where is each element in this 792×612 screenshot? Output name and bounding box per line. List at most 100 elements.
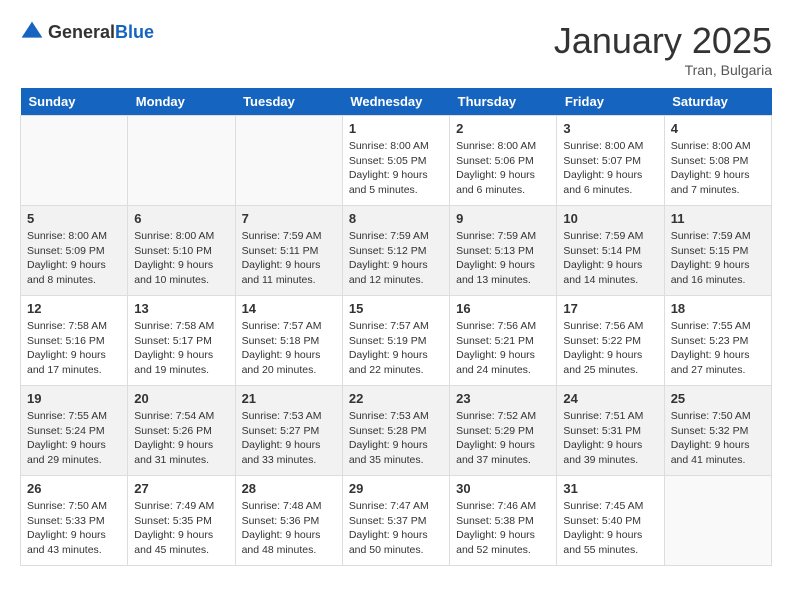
header: GeneralBlue January 2025 Tran, Bulgaria: [20, 20, 772, 78]
day-number: 5: [27, 211, 121, 226]
calendar-title: January 2025: [554, 20, 772, 62]
calendar-cell: 2 Sunrise: 8:00 AM Sunset: 5:06 PM Daylig…: [450, 116, 557, 206]
calendar-cell: 9 Sunrise: 7:59 AM Sunset: 5:13 PM Daylig…: [450, 206, 557, 296]
calendar-cell: 17 Sunrise: 7:56 AM Sunset: 5:22 PM Dayli…: [557, 296, 664, 386]
calendar-subtitle: Tran, Bulgaria: [554, 62, 772, 78]
logo-general: General: [48, 22, 115, 42]
calendar-cell: 22Sunrise: 7:53 AM Sunset: 5:28 PM Dayli…: [342, 386, 449, 476]
calendar-cell: 16Sunrise: 7:56 AM Sunset: 5:21 PM Dayli…: [450, 296, 557, 386]
week-row-5: 26 Sunrise: 7:50 AM Sunset: 5:33 PM Dayli…: [21, 476, 772, 566]
day-number: 15: [349, 301, 443, 316]
day-header-thursday: Thursday: [450, 88, 557, 116]
calendar-cell: [235, 116, 342, 206]
calendar-cell: [664, 476, 771, 566]
calendar-cell: 25 Sunrise: 7:50 AM Sunset: 5:32 PM Dayli…: [664, 386, 771, 476]
cell-content: Sunrise: 7:59 AM Sunset: 5:13 PM Dayligh…: [456, 229, 550, 288]
cell-content: Sunrise: 7:52 AM Sunset: 5:29 PM Dayligh…: [456, 409, 550, 468]
day-number: 20: [134, 391, 228, 406]
day-number: 8: [349, 211, 443, 226]
calendar-cell: 6 Sunrise: 8:00 AM Sunset: 5:10 PM Daylig…: [128, 206, 235, 296]
cell-content: Sunrise: 7:55 AM Sunset: 5:23 PM Dayligh…: [671, 319, 765, 378]
calendar-cell: 12 Sunrise: 7:58 AM Sunset: 5:16 PM Dayli…: [21, 296, 128, 386]
day-number: 7: [242, 211, 336, 226]
calendar-cell: 1Sunrise: 8:00 AM Sunset: 5:05 PM Daylig…: [342, 116, 449, 206]
day-header-friday: Friday: [557, 88, 664, 116]
cell-content: Sunrise: 7:48 AM Sunset: 5:36 PM Dayligh…: [242, 499, 336, 558]
calendar-cell: 4 Sunrise: 8:00 AM Sunset: 5:08 PM Daylig…: [664, 116, 771, 206]
title-area: January 2025 Tran, Bulgaria: [554, 20, 772, 78]
cell-content: Sunrise: 7:50 AM Sunset: 5:32 PM Dayligh…: [671, 409, 765, 468]
cell-content: Sunrise: 7:49 AM Sunset: 5:35 PM Dayligh…: [134, 499, 228, 558]
week-row-4: 19Sunrise: 7:55 AM Sunset: 5:24 PM Dayli…: [21, 386, 772, 476]
day-number: 2: [456, 121, 550, 136]
calendar-cell: 29 Sunrise: 7:47 AM Sunset: 5:37 PM Dayli…: [342, 476, 449, 566]
calendar-cell: 31Sunrise: 7:45 AM Sunset: 5:40 PM Dayli…: [557, 476, 664, 566]
day-number: 13: [134, 301, 228, 316]
day-number: 24: [563, 391, 657, 406]
calendar-cell: 30Sunrise: 7:46 AM Sunset: 5:38 PM Dayli…: [450, 476, 557, 566]
day-number: 10: [563, 211, 657, 226]
calendar-cell: 7 Sunrise: 7:59 AM Sunset: 5:11 PM Daylig…: [235, 206, 342, 296]
cell-content: Sunrise: 7:46 AM Sunset: 5:38 PM Dayligh…: [456, 499, 550, 558]
cell-content: Sunrise: 7:57 AM Sunset: 5:18 PM Dayligh…: [242, 319, 336, 378]
day-number: 17: [563, 301, 657, 316]
day-header-saturday: Saturday: [664, 88, 771, 116]
day-number: 28: [242, 481, 336, 496]
day-number: 9: [456, 211, 550, 226]
cell-content: Sunrise: 8:00 AM Sunset: 5:10 PM Dayligh…: [134, 229, 228, 288]
cell-content: Sunrise: 8:00 AM Sunset: 5:07 PM Dayligh…: [563, 139, 657, 198]
day-number: 4: [671, 121, 765, 136]
day-number: 27: [134, 481, 228, 496]
cell-content: Sunrise: 7:59 AM Sunset: 5:15 PM Dayligh…: [671, 229, 765, 288]
day-header-wednesday: Wednesday: [342, 88, 449, 116]
cell-content: Sunrise: 7:55 AM Sunset: 5:24 PM Dayligh…: [27, 409, 121, 468]
cell-content: Sunrise: 8:00 AM Sunset: 5:09 PM Dayligh…: [27, 229, 121, 288]
week-row-3: 12 Sunrise: 7:58 AM Sunset: 5:16 PM Dayli…: [21, 296, 772, 386]
calendar-cell: 23Sunrise: 7:52 AM Sunset: 5:29 PM Dayli…: [450, 386, 557, 476]
cell-content: Sunrise: 7:51 AM Sunset: 5:31 PM Dayligh…: [563, 409, 657, 468]
day-number: 3: [563, 121, 657, 136]
logo: GeneralBlue: [20, 20, 154, 44]
day-header-monday: Monday: [128, 88, 235, 116]
calendar-cell: [21, 116, 128, 206]
cell-content: Sunrise: 7:50 AM Sunset: 5:33 PM Dayligh…: [27, 499, 121, 558]
day-number: 25: [671, 391, 765, 406]
calendar-cell: [128, 116, 235, 206]
calendar-cell: 15Sunrise: 7:57 AM Sunset: 5:19 PM Dayli…: [342, 296, 449, 386]
calendar-cell: 10 Sunrise: 7:59 AM Sunset: 5:14 PM Dayli…: [557, 206, 664, 296]
cell-content: Sunrise: 8:00 AM Sunset: 5:05 PM Dayligh…: [349, 139, 443, 198]
day-header-tuesday: Tuesday: [235, 88, 342, 116]
cell-content: Sunrise: 7:58 AM Sunset: 5:16 PM Dayligh…: [27, 319, 121, 378]
day-number: 26: [27, 481, 121, 496]
day-number: 22: [349, 391, 443, 406]
day-header-sunday: Sunday: [21, 88, 128, 116]
cell-content: Sunrise: 7:59 AM Sunset: 5:12 PM Dayligh…: [349, 229, 443, 288]
calendar-cell: 19Sunrise: 7:55 AM Sunset: 5:24 PM Dayli…: [21, 386, 128, 476]
cell-content: Sunrise: 8:00 AM Sunset: 5:08 PM Dayligh…: [671, 139, 765, 198]
calendar-cell: 8 Sunrise: 7:59 AM Sunset: 5:12 PM Daylig…: [342, 206, 449, 296]
day-number: 14: [242, 301, 336, 316]
calendar-cell: 13 Sunrise: 7:58 AM Sunset: 5:17 PM Dayli…: [128, 296, 235, 386]
day-number: 31: [563, 481, 657, 496]
cell-content: Sunrise: 7:56 AM Sunset: 5:22 PM Dayligh…: [563, 319, 657, 378]
cell-content: Sunrise: 7:59 AM Sunset: 5:14 PM Dayligh…: [563, 229, 657, 288]
cell-content: Sunrise: 7:56 AM Sunset: 5:21 PM Dayligh…: [456, 319, 550, 378]
calendar-cell: 27 Sunrise: 7:49 AM Sunset: 5:35 PM Dayli…: [128, 476, 235, 566]
calendar-cell: 24 Sunrise: 7:51 AM Sunset: 5:31 PM Dayli…: [557, 386, 664, 476]
cell-content: Sunrise: 7:58 AM Sunset: 5:17 PM Dayligh…: [134, 319, 228, 378]
logo-blue: Blue: [115, 22, 154, 42]
cell-content: Sunrise: 7:47 AM Sunset: 5:37 PM Dayligh…: [349, 499, 443, 558]
day-number: 12: [27, 301, 121, 316]
day-number: 18: [671, 301, 765, 316]
week-row-1: 1Sunrise: 8:00 AM Sunset: 5:05 PM Daylig…: [21, 116, 772, 206]
cell-content: Sunrise: 7:54 AM Sunset: 5:26 PM Dayligh…: [134, 409, 228, 468]
day-number: 29: [349, 481, 443, 496]
day-number: 6: [134, 211, 228, 226]
calendar-cell: 18 Sunrise: 7:55 AM Sunset: 5:23 PM Dayli…: [664, 296, 771, 386]
day-number: 11: [671, 211, 765, 226]
cell-content: Sunrise: 7:59 AM Sunset: 5:11 PM Dayligh…: [242, 229, 336, 288]
cell-content: Sunrise: 7:53 AM Sunset: 5:27 PM Dayligh…: [242, 409, 336, 468]
calendar-cell: 28 Sunrise: 7:48 AM Sunset: 5:36 PM Dayli…: [235, 476, 342, 566]
calendar-cell: 26 Sunrise: 7:50 AM Sunset: 5:33 PM Dayli…: [21, 476, 128, 566]
cell-content: Sunrise: 8:00 AM Sunset: 5:06 PM Dayligh…: [456, 139, 550, 198]
